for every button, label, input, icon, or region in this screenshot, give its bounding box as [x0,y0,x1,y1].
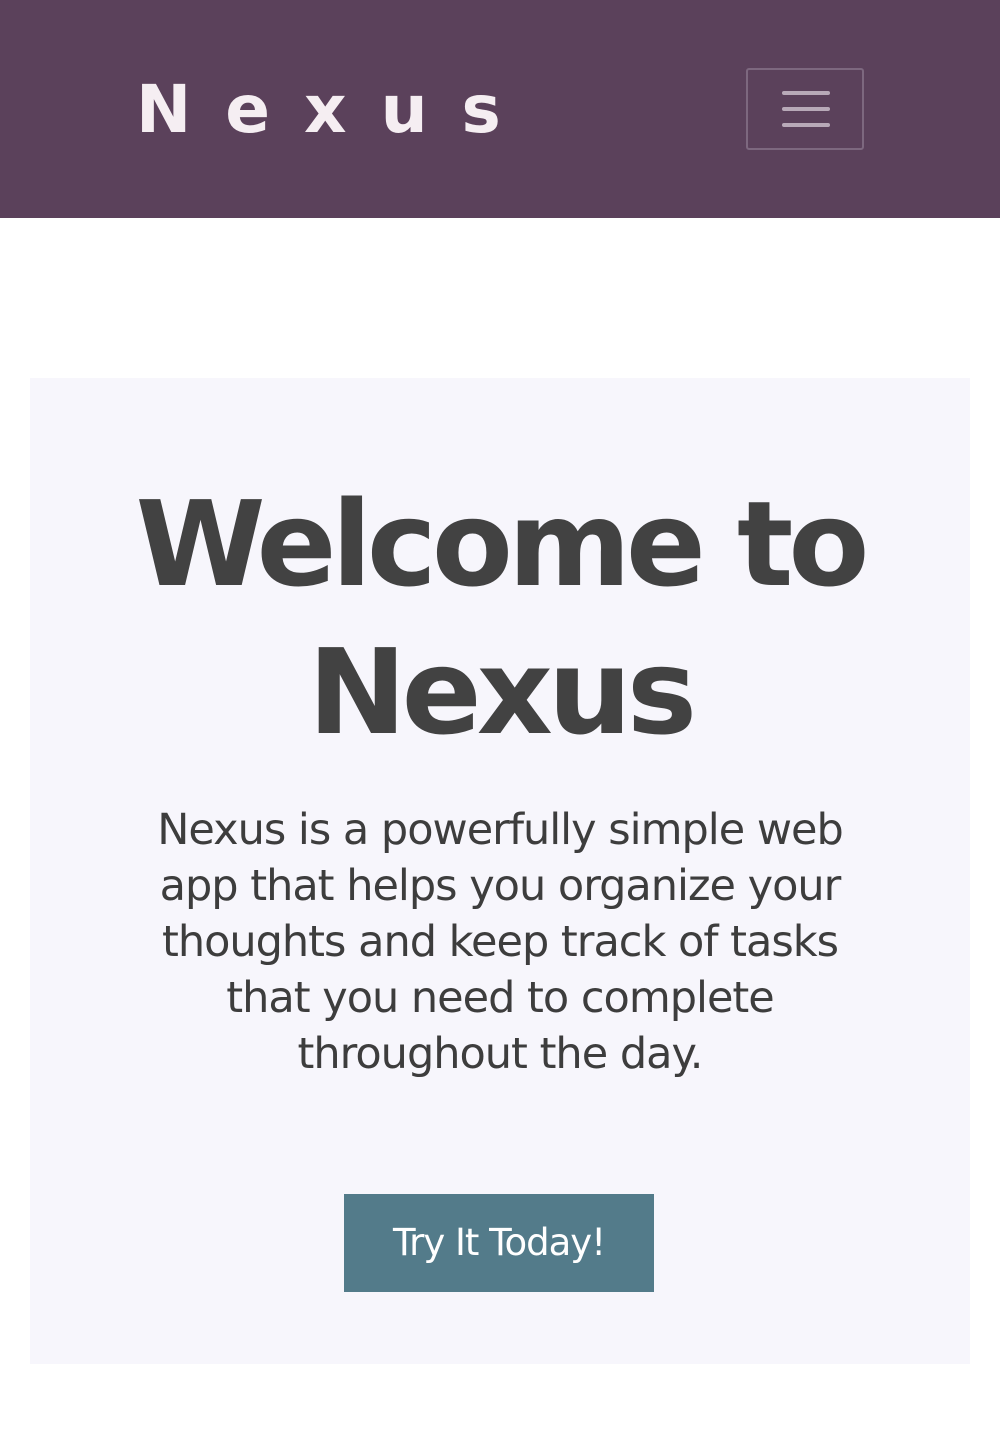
try-it-today-button[interactable]: Try It Today! [344,1194,654,1292]
hamburger-menu-icon-line [782,123,830,127]
hero-description: Nexus is a powerfully simple web app tha… [157,805,844,1079]
brand-logo[interactable]: Nexus [136,70,535,150]
hero-title: Welcome to Nexus [135,475,870,761]
hamburger-menu-icon-line [782,107,830,111]
hamburger-menu-icon [782,91,830,95]
hero-section: Welcome to Nexus Nexus is a powerfully s… [30,378,970,1364]
menu-toggle-button[interactable] [746,68,864,150]
top-navbar: Nexus [0,0,1000,218]
